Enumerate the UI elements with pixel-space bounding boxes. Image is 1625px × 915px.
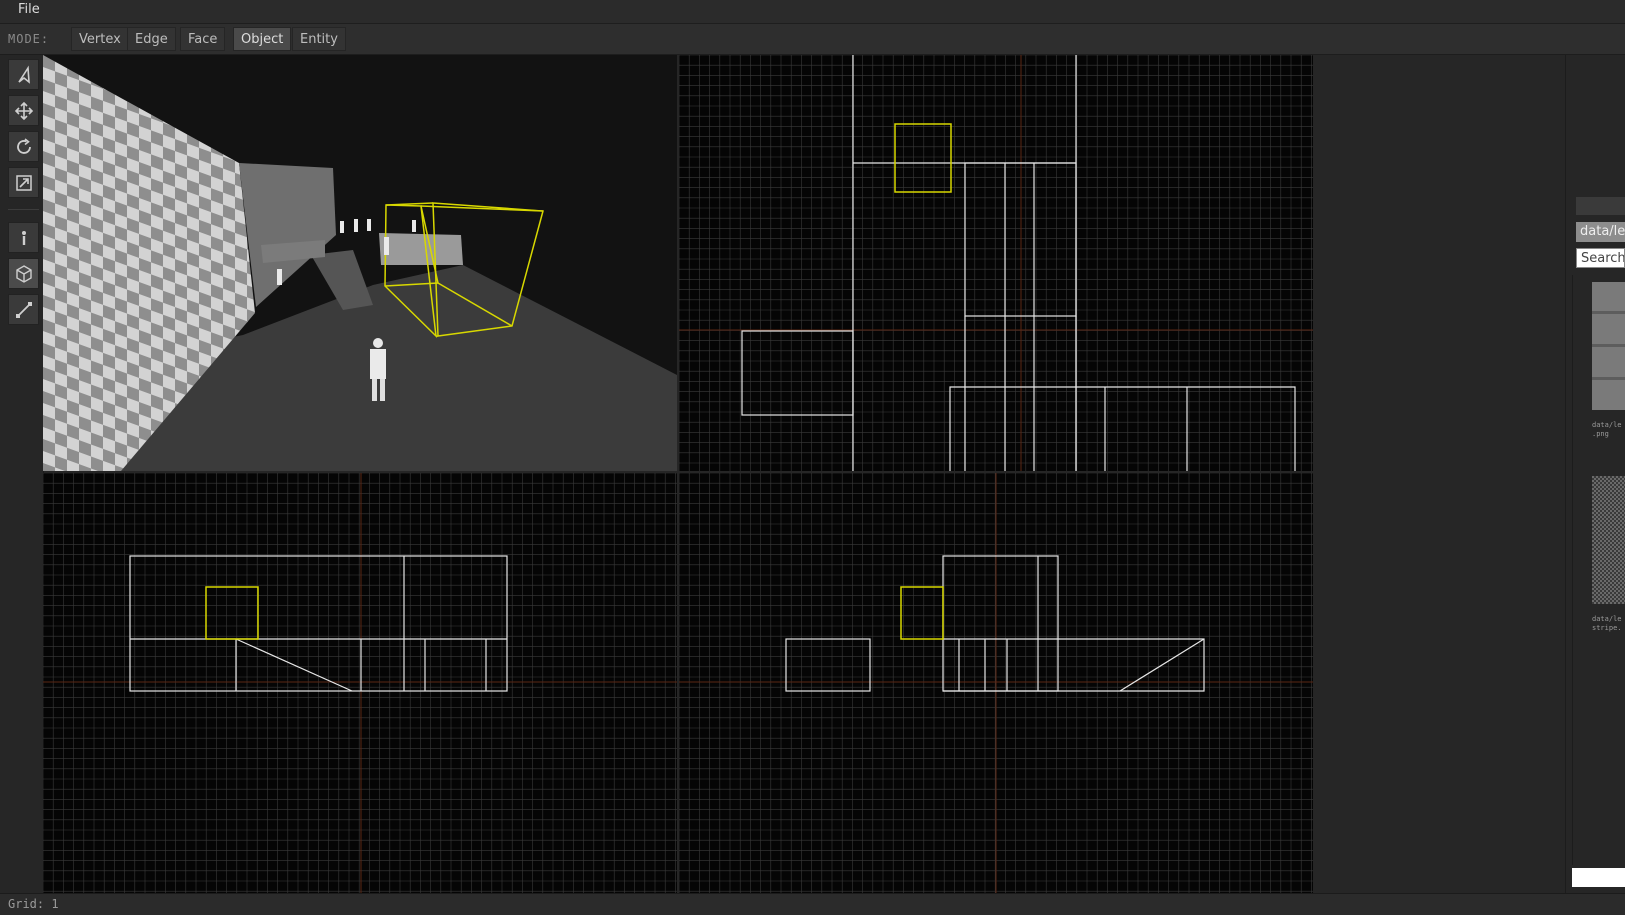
entity-tool-button[interactable] xyxy=(8,222,39,253)
ortho-grid-top xyxy=(679,55,1313,471)
viewport-perspective[interactable] xyxy=(43,55,677,471)
brush-icon xyxy=(15,264,32,283)
ortho-grid-front xyxy=(43,473,677,893)
asset-caption: data/le stripe. xyxy=(1592,615,1622,632)
tool-bar xyxy=(0,55,44,893)
asset-search-input[interactable]: Search xyxy=(1576,248,1625,268)
scale-icon xyxy=(15,174,32,191)
mode-object-button[interactable]: Object xyxy=(233,27,292,51)
status-bar: Grid: 1 xyxy=(0,893,1625,915)
ortho-grid-side xyxy=(679,473,1313,893)
tool-separator xyxy=(8,209,39,210)
asset-input-bottom[interactable] xyxy=(1572,868,1625,887)
move-tool-button[interactable] xyxy=(8,95,39,126)
asset-path-field[interactable]: data/lev xyxy=(1576,222,1625,242)
brush-outlines xyxy=(741,55,1296,471)
rotate-tool-button[interactable] xyxy=(8,131,39,162)
brush-tool-button[interactable] xyxy=(8,258,39,289)
panel-divider xyxy=(1565,55,1566,893)
scale-tool-button[interactable] xyxy=(8,167,39,198)
grid-status: Grid: 1 xyxy=(8,897,59,911)
move-icon xyxy=(14,101,33,120)
mode-face-button[interactable]: Face xyxy=(180,27,226,51)
line-icon xyxy=(15,301,32,318)
perspective-scene xyxy=(43,55,677,471)
mode-label: MODE: xyxy=(8,32,50,46)
viewport-front[interactable] xyxy=(43,473,677,893)
viewport-top[interactable] xyxy=(679,55,1313,471)
entity-icon xyxy=(21,230,26,245)
floating-block xyxy=(379,233,463,265)
mode-vertex-button[interactable]: Vertex xyxy=(71,27,129,51)
asset-tab[interactable] xyxy=(1576,197,1625,215)
select-icon xyxy=(17,65,30,84)
select-tool-button[interactable] xyxy=(8,59,39,90)
mode-bar: MODE: Vertex Edge Face Object Entity xyxy=(0,24,1625,55)
viewport-side[interactable] xyxy=(679,473,1313,893)
mode-entity-button[interactable]: Entity xyxy=(292,27,346,51)
selection-square xyxy=(205,586,259,640)
line-tool-button[interactable] xyxy=(8,294,39,325)
menu-file[interactable]: File xyxy=(18,2,40,17)
asset-caption: data/le .png xyxy=(1592,421,1622,438)
rotate-icon xyxy=(16,137,31,154)
selection-square xyxy=(900,586,944,640)
asset-thumbnail[interactable] xyxy=(1592,282,1625,410)
mode-edge-button[interactable]: Edge xyxy=(127,27,176,51)
menu-bar: File xyxy=(0,0,1625,24)
asset-thumbnail[interactable] xyxy=(1592,476,1625,604)
